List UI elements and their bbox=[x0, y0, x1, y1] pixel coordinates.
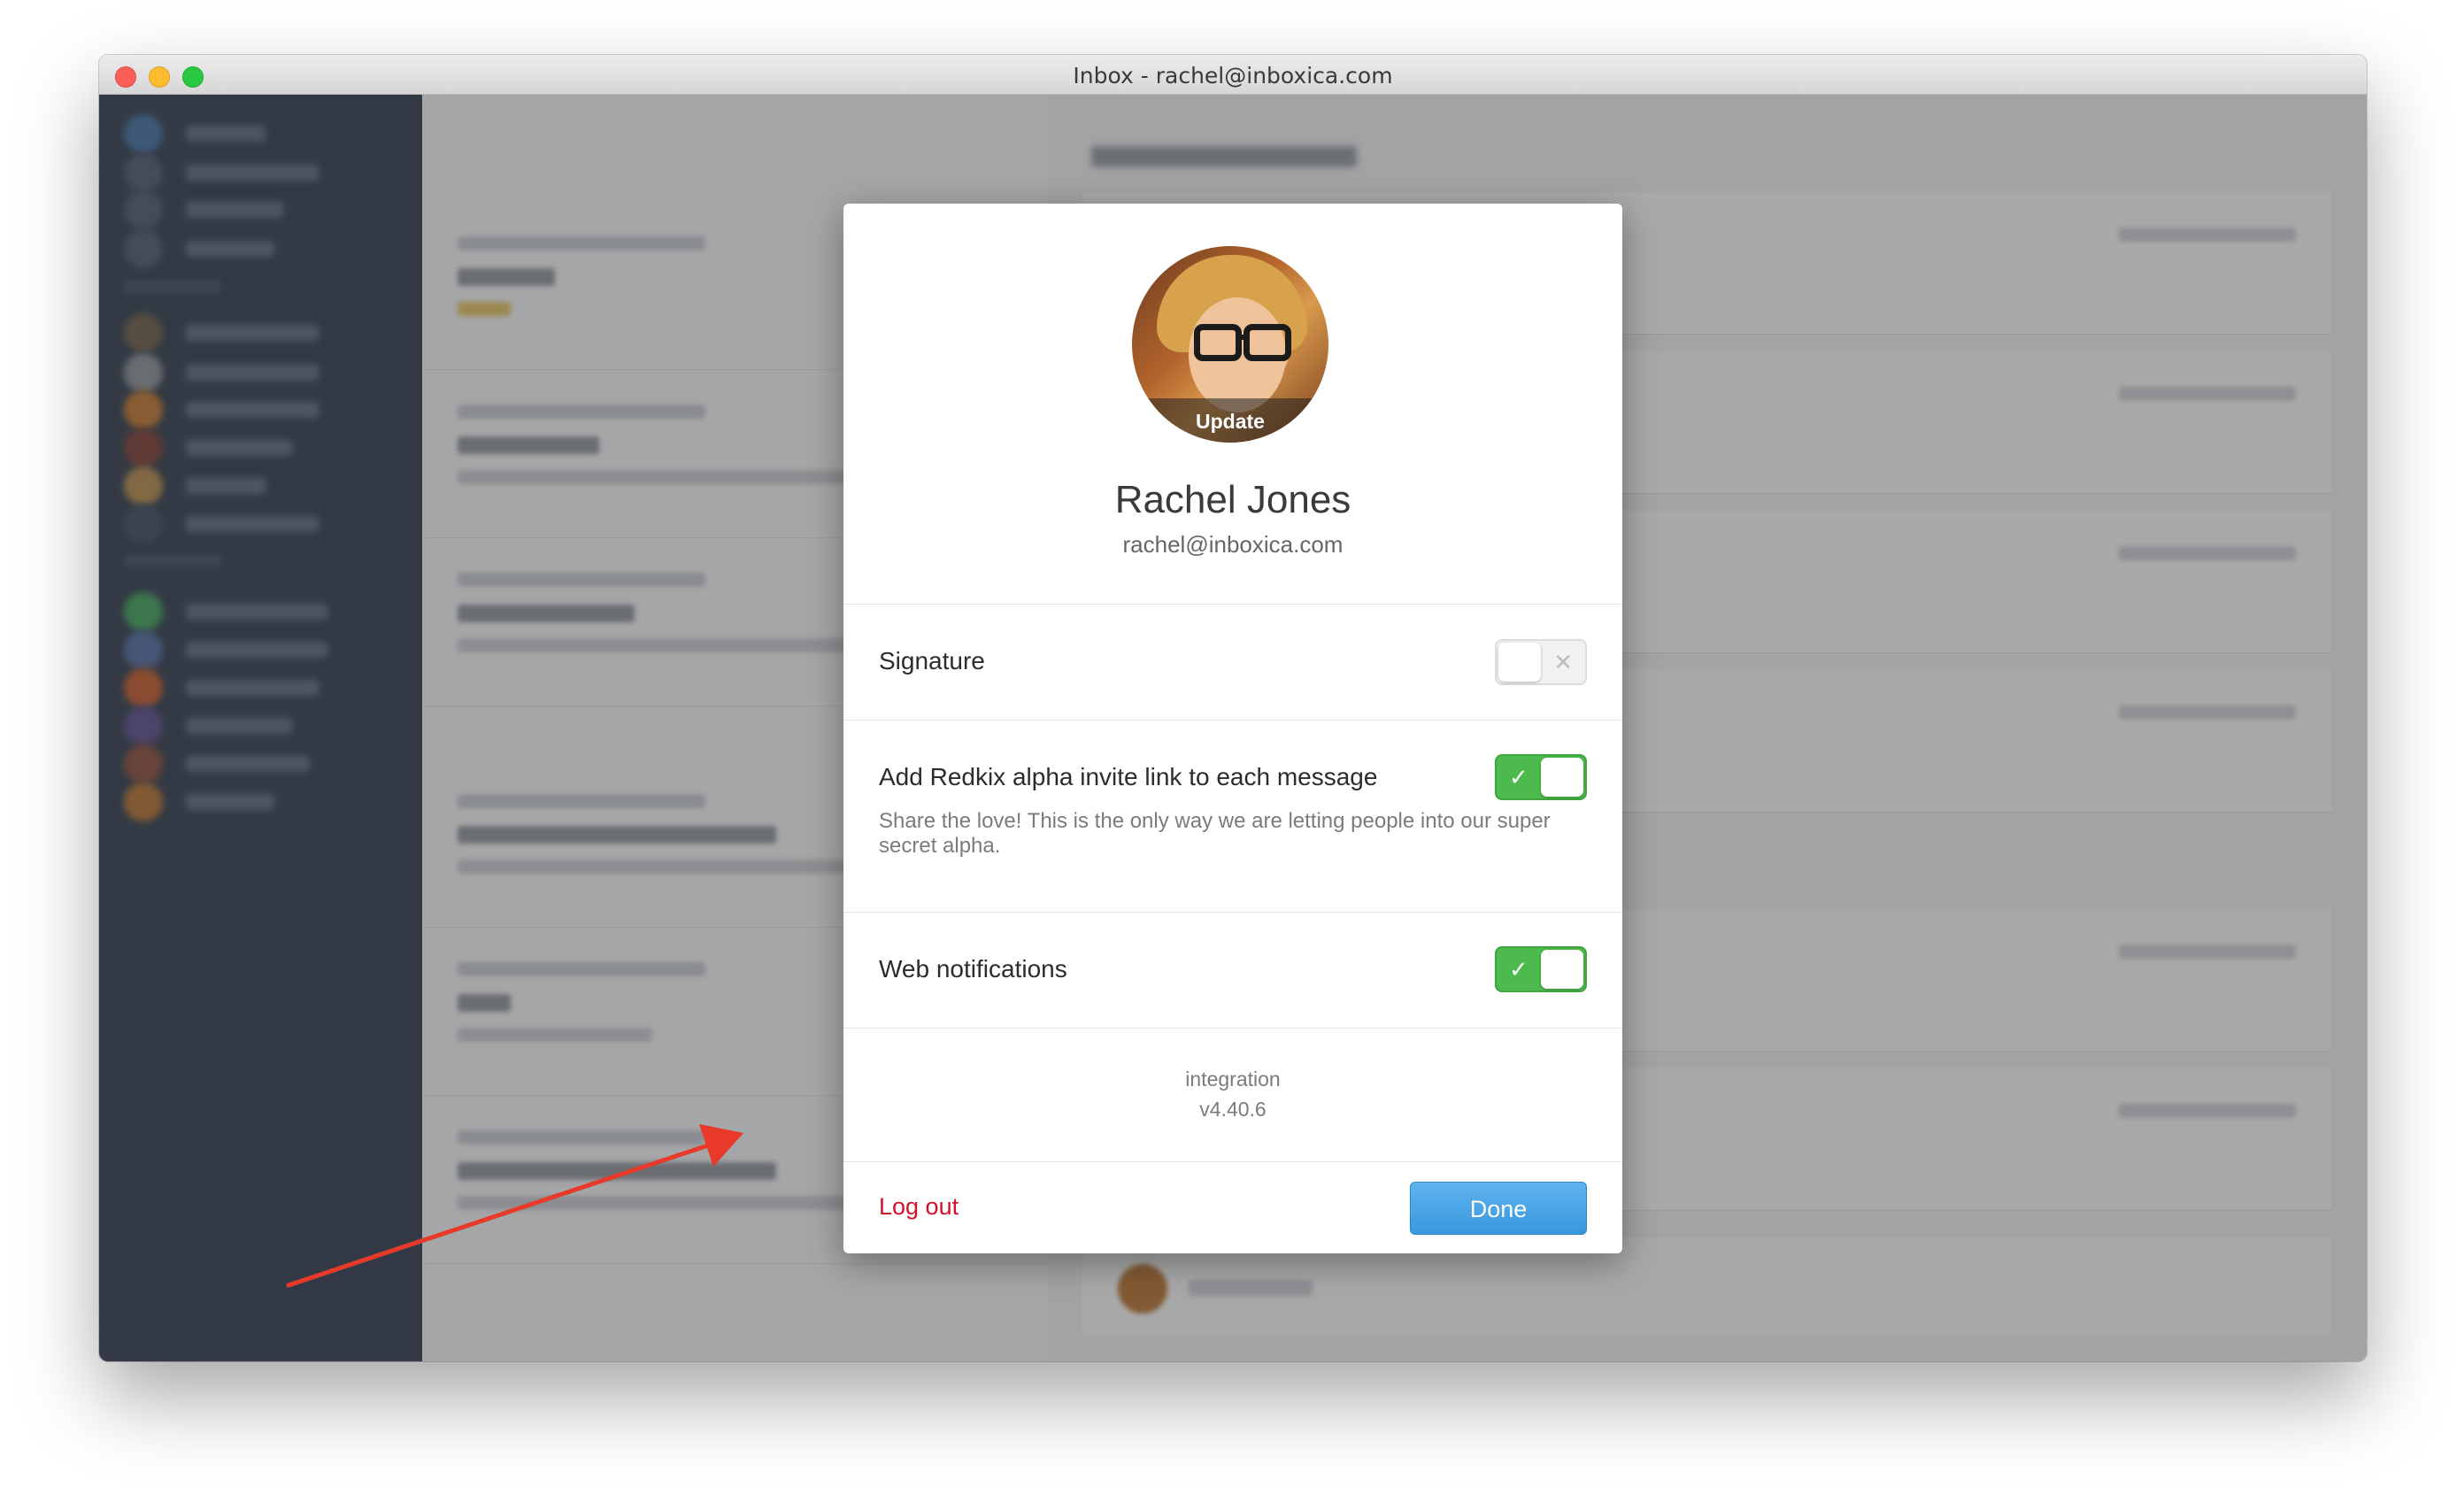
toggle-knob bbox=[1541, 950, 1583, 989]
setting-label: Web notifications bbox=[879, 955, 1067, 983]
toggle-knob bbox=[1541, 758, 1583, 797]
web-notifications-toggle[interactable]: ✓ bbox=[1495, 946, 1587, 992]
setting-signature: Signature ✕ bbox=[843, 605, 1622, 721]
check-icon: ✓ bbox=[1509, 764, 1528, 790]
version-number: v4.40.6 bbox=[1199, 1098, 1267, 1121]
setting-description: Share the love! This is the only way we … bbox=[879, 809, 1551, 858]
logout-link[interactable]: Log out bbox=[879, 1193, 959, 1221]
toggle-knob bbox=[1498, 643, 1541, 682]
signature-toggle[interactable]: ✕ bbox=[1495, 639, 1587, 685]
check-icon: ✓ bbox=[1509, 956, 1528, 983]
profile-email: rachel@inboxica.com bbox=[1122, 531, 1344, 558]
setting-web-notifications: Web notifications ✓ bbox=[843, 913, 1622, 1029]
profile-name: Rachel Jones bbox=[1114, 478, 1351, 521]
profile-header: Update Rachel Jones rachel@inboxica.com bbox=[843, 204, 1622, 605]
setting-label: Signature bbox=[879, 647, 985, 674]
profile-avatar[interactable]: Update bbox=[1132, 246, 1328, 443]
avatar-update-button[interactable]: Update bbox=[1132, 410, 1328, 434]
profile-settings-modal: Update Rachel Jones rachel@inboxica.com … bbox=[843, 204, 1622, 1253]
window-title: Inbox - rachel@inboxica.com bbox=[1073, 63, 1393, 89]
setting-alpha-invite-link: Add Redkix alpha invite link to each mes… bbox=[843, 721, 1622, 913]
cross-icon: ✕ bbox=[1553, 649, 1573, 675]
environment-name: integration bbox=[1185, 1068, 1281, 1091]
alpha-invite-toggle[interactable]: ✓ bbox=[1495, 754, 1587, 800]
setting-label: Add Redkix alpha invite link to each mes… bbox=[879, 763, 1378, 790]
done-button[interactable]: Done bbox=[1410, 1182, 1587, 1235]
version-info: integration v4.40.6 bbox=[843, 1029, 1622, 1162]
title-bar: Inbox - rachel@inboxica.com bbox=[99, 55, 2367, 95]
